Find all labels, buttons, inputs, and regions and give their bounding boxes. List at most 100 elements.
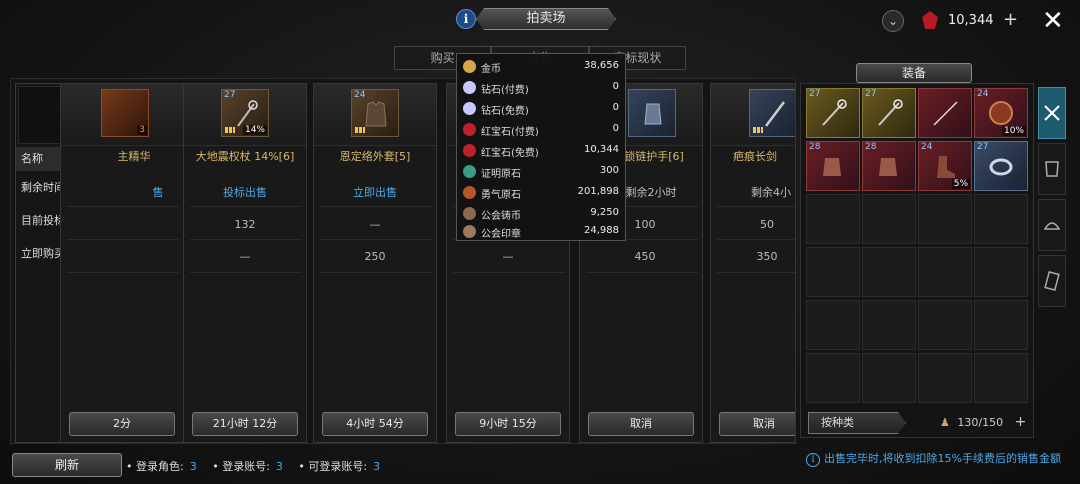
add-ruby-button[interactable]: + bbox=[1003, 9, 1018, 30]
shield-icon bbox=[989, 101, 1013, 125]
page-title: 拍卖场 bbox=[476, 8, 616, 30]
inventory-slot[interactable]: 24 5% bbox=[918, 141, 972, 191]
staff-icon bbox=[822, 99, 847, 126]
inventory-slot[interactable]: 27 bbox=[806, 88, 860, 138]
glove-icon bbox=[823, 158, 841, 176]
currency-name: 金币 bbox=[481, 64, 501, 75]
currency-value: 10,344 bbox=[584, 144, 619, 155]
item-slot[interactable] bbox=[628, 89, 676, 137]
currency-row: 红宝石(免费) 10,344 bbox=[457, 140, 625, 161]
item-card[interactable]: 疤痕长剑 剩余4小 50 350 取消 bbox=[710, 83, 796, 443]
item-card[interactable]: 24 恩定络外套[5] 立即出售 — 250 4小时 54分 bbox=[313, 83, 437, 443]
expand-inventory-button[interactable]: + bbox=[1015, 414, 1027, 430]
staff-icon bbox=[878, 99, 903, 126]
item-buyout-price: — bbox=[239, 250, 251, 263]
title-area: i 拍卖场 bbox=[456, 6, 616, 32]
armor-icon bbox=[1045, 161, 1059, 177]
currency-row: 钻石(免费) 0 bbox=[457, 98, 625, 119]
inventory-slot[interactable] bbox=[918, 88, 972, 138]
info-icon: i bbox=[806, 453, 820, 467]
item-time-button[interactable]: 21小时 12分 bbox=[192, 412, 298, 436]
item-name: 大地震权杖 14%[6] bbox=[195, 150, 295, 163]
char-count: 3 bbox=[189, 460, 197, 473]
courage-stone-icon bbox=[463, 186, 476, 199]
item-buyout-price: — bbox=[502, 250, 514, 263]
currency-popup: 金币 38,656 钻石(付费) 0 钻石(免费) 0 红宝石(付费) 0 红宝… bbox=[456, 53, 626, 241]
slot-level: 27 bbox=[865, 89, 877, 99]
slot-level: 28 bbox=[865, 142, 877, 152]
bag-icon: ♟ bbox=[940, 416, 950, 429]
item-status[interactable]: 投标出售 bbox=[184, 184, 306, 200]
currency-value: 24,988 bbox=[584, 225, 619, 236]
currency-name: 公会印章 bbox=[481, 229, 521, 240]
currency-name: 勇气原石 bbox=[481, 190, 521, 201]
slot-level: 27 bbox=[809, 89, 821, 99]
ring-icon bbox=[989, 158, 1013, 176]
proof-stone-icon bbox=[463, 165, 476, 178]
item-slot[interactable]: 3 bbox=[101, 89, 149, 137]
item-time-button[interactable]: 4小时 54分 bbox=[322, 412, 428, 436]
item-card[interactable]: 27 14% 大地震权杖 14%[6] 投标出售 132 — 21小时 12分 bbox=[183, 83, 307, 443]
item-slot[interactable]: 24 bbox=[351, 89, 399, 137]
chevron-down-icon[interactable]: ⌄ bbox=[882, 10, 904, 32]
refresh-button[interactable]: 刷新 bbox=[12, 453, 122, 477]
currency-name: 证明原石 bbox=[481, 169, 521, 180]
tab-misc[interactable] bbox=[1038, 255, 1066, 307]
item-time-button[interactable]: 9小时 15分 bbox=[455, 412, 561, 436]
cancel-button[interactable]: 取消 bbox=[719, 412, 795, 436]
item-bid-price: — bbox=[369, 218, 381, 231]
equipment-title: 装备 bbox=[856, 63, 972, 83]
available-label: • 可登录账号: bbox=[298, 460, 368, 473]
item-status[interactable]: 立即出售 bbox=[314, 184, 436, 200]
inventory-capacity: ♟ 130/150 + bbox=[940, 414, 1026, 430]
slot-percent: 10% bbox=[1001, 126, 1026, 136]
item-card[interactable]: 3 主精华 售 2分 bbox=[60, 83, 184, 443]
item-slot[interactable] bbox=[749, 89, 795, 137]
item-time-button[interactable]: 2分 bbox=[69, 412, 175, 436]
guild-seal-icon bbox=[463, 225, 476, 238]
slot-level: 27 bbox=[977, 142, 989, 152]
info-icon[interactable]: i bbox=[456, 9, 476, 29]
currency-name: 钻石(免费) bbox=[481, 106, 529, 117]
item-grade-dots bbox=[225, 127, 235, 133]
item-level: 24 bbox=[354, 90, 366, 100]
fee-notice-text: 出售完毕时,将收到扣除15%手续费后的销售金额 bbox=[824, 452, 1061, 465]
currency-value: 38,656 bbox=[584, 60, 619, 71]
currency-value: 0 bbox=[612, 123, 619, 134]
sword-icon bbox=[765, 101, 785, 127]
filter-remaining-time-label: 剩余时间 bbox=[21, 181, 65, 194]
inventory-slot[interactable]: 28 bbox=[806, 141, 860, 191]
staff-icon bbox=[237, 100, 258, 127]
gold-coin-icon bbox=[463, 60, 476, 73]
boots-icon bbox=[937, 156, 955, 178]
diamond-icon bbox=[463, 102, 476, 115]
ruby-count: 10,344 bbox=[948, 13, 994, 28]
cancel-button[interactable]: 取消 bbox=[588, 412, 694, 436]
tab-accessories[interactable] bbox=[1038, 199, 1066, 251]
inventory-slot[interactable]: 28 bbox=[862, 141, 916, 191]
armor-icon bbox=[365, 101, 387, 127]
slot-level: 24 bbox=[921, 142, 933, 152]
currency-value: 201,898 bbox=[577, 186, 619, 197]
inventory-slot[interactable]: 27 bbox=[974, 141, 1028, 191]
login-stats: • 登录角色: 3 • 登录账号: 3 • 可登录账号: 3 bbox=[126, 458, 392, 474]
tab-armor[interactable] bbox=[1038, 143, 1066, 195]
sort-by-type-button[interactable]: 按种类 bbox=[808, 412, 906, 434]
filter-name-label: 名称 bbox=[21, 152, 43, 165]
tab-weapons[interactable] bbox=[1038, 87, 1066, 139]
inventory-slot[interactable]: 27 bbox=[862, 88, 916, 138]
currency-value: 300 bbox=[599, 165, 619, 176]
gauntlet-icon bbox=[644, 103, 662, 125]
inventory-slot[interactable]: 24 10% bbox=[974, 88, 1028, 138]
item-buyout-price: 450 bbox=[634, 250, 656, 263]
item-slot[interactable]: 27 14% bbox=[221, 89, 269, 137]
crossed-swords-icon bbox=[1044, 105, 1060, 121]
close-icon[interactable]: ✕ bbox=[1042, 6, 1064, 36]
currency-row: 金币 38,656 bbox=[457, 56, 625, 77]
guild-coin-icon bbox=[463, 207, 476, 220]
currency-row: 勇气原石 201,898 bbox=[457, 182, 625, 203]
currency-name: 红宝石(免费) bbox=[481, 148, 539, 159]
item-name: 恩定络外套[5] bbox=[339, 150, 411, 163]
currency-row: 红宝石(付费) 0 bbox=[457, 119, 625, 140]
currency-value: 0 bbox=[612, 102, 619, 113]
